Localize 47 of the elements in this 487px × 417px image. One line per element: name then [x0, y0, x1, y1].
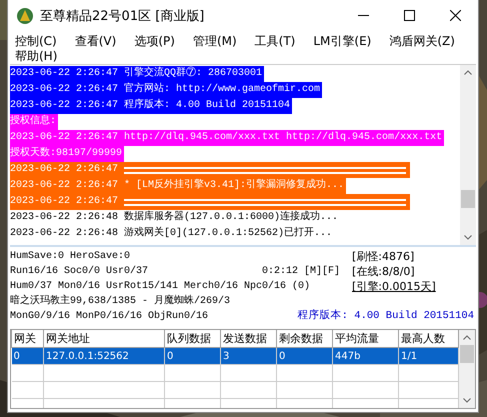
menu-item[interactable]: 选项(P) — [131, 31, 180, 46]
table-cell: 0 — [164, 348, 220, 364]
column-header[interactable]: 平均流量 — [332, 330, 398, 348]
menu-item[interactable]: 工具(T) — [252, 31, 300, 46]
status-text: Hum0/37 Mon0/16 UsrRot15/141 Merch0/16 Npc0/16 (0) — [10, 280, 310, 294]
table-cell: 0 — [276, 348, 332, 364]
menu-item[interactable]: 控制(C) — [12, 31, 62, 46]
status-text: Run16/16 Soc0/0 Usr0/37 — [10, 264, 148, 279]
table-row[interactable]: 0 127.0.0.1:52562 0 3 0 447b 1/1 — [12, 348, 458, 364]
online-count: [在线:8/8/0] — [351, 264, 415, 279]
status-text: HumSave:0 HeroSave:0 — [10, 250, 130, 264]
window-title: 至尊精品22号01区 [商业版] — [40, 8, 206, 24]
column-header[interactable]: 发送数据 — [220, 330, 276, 348]
scroll-down-icon[interactable] — [464, 235, 472, 240]
close-icon — [450, 10, 460, 21]
log-line: 2023-06-22 2:26:48 数据库服务器(127.0.0.1:6000)连接成功... — [10, 210, 340, 225]
menu-item[interactable]: 帮助(H) — [12, 46, 62, 61]
scroll-up-icon[interactable] — [463, 335, 471, 340]
column-header[interactable]: 网关地址 — [44, 330, 164, 348]
status-text: 暗之沃玛教主99,638/1385 - 月魔蜘蛛/269/3 — [10, 294, 230, 309]
column-header[interactable]: 剩余数据 — [276, 330, 332, 348]
column-header[interactable]: 网关 — [12, 330, 44, 348]
scrollbar[interactable] — [460, 65, 476, 245]
table-cell: 447b — [332, 348, 398, 364]
engine-link[interactable]: [引擎:0.0015天] — [346, 279, 436, 294]
monster-count: [刷怪:4876] — [351, 249, 414, 264]
scroll-down-icon[interactable] — [463, 398, 471, 403]
scroll-up-icon[interactable] — [464, 70, 472, 75]
scroll-thumb[interactable] — [461, 190, 475, 208]
status-text: MonG0/9/16 MonP0/16/16 ObjRun0/16 — [10, 310, 208, 324]
table-cell: 1/1 — [398, 348, 458, 364]
menu-item[interactable]: 查看(V) — [72, 31, 122, 46]
table-cell: 127.0.0.1:52562 — [44, 348, 164, 364]
scroll-thumb[interactable] — [460, 345, 474, 363]
log-line: 2023-06-22 2:26:48 游戏网关[0](127.0.0.1:52562)已打开... — [10, 226, 334, 241]
menu-item[interactable]: LM引擎(E) — [310, 31, 376, 46]
maximize-icon — [404, 10, 414, 21]
app-icon — [16, 6, 34, 24]
menu-item[interactable]: 鸿盾网关(Z) — [386, 31, 460, 46]
scrollbar[interactable] — [459, 330, 475, 408]
column-header[interactable]: 队列数据 — [164, 330, 220, 348]
timer-text: 0:2:12 [M][F] — [262, 264, 340, 279]
table-cell: 0 — [12, 348, 44, 364]
menu-item[interactable]: 管理(M) — [190, 31, 242, 46]
table-cell: 3 — [220, 348, 276, 364]
column-header[interactable]: 最高人数 — [398, 330, 458, 348]
version-text: 程序版本: 4.00 Build 20151104 — [298, 309, 474, 324]
